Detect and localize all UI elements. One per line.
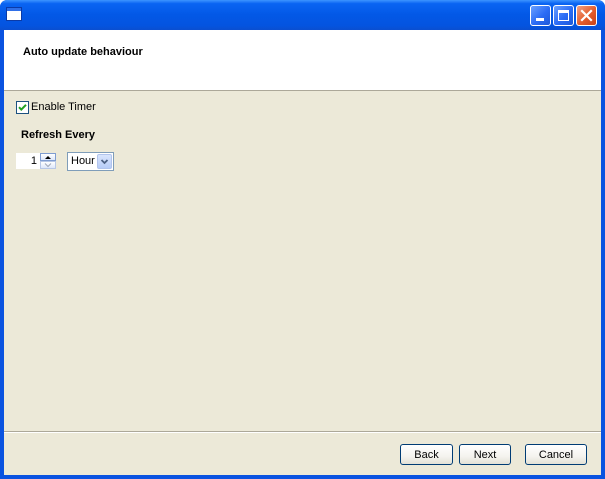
- enable-timer-row[interactable]: Enable Timer: [16, 100, 96, 114]
- checkmark-icon: [18, 103, 27, 111]
- app-window: Auto update behaviour Enable Timer Refre…: [0, 0, 605, 479]
- window-icon: [6, 7, 22, 21]
- interval-stepper[interactable]: 1: [16, 152, 56, 170]
- interval-unit-value: Hour: [71, 155, 95, 167]
- back-button[interactable]: Back: [400, 444, 453, 465]
- interval-value[interactable]: 1: [16, 153, 40, 169]
- arrow-down-icon: [44, 163, 52, 168]
- chevron-down-icon: [100, 159, 109, 165]
- page-title: Auto update behaviour: [23, 46, 143, 58]
- title-bar[interactable]: [0, 0, 605, 30]
- wizard-header: Auto update behaviour: [4, 30, 601, 91]
- dropdown-button[interactable]: [97, 154, 112, 169]
- maximize-button[interactable]: [553, 5, 574, 26]
- refresh-every-label: Refresh Every: [21, 129, 95, 141]
- stepper-up-button[interactable]: [40, 153, 56, 161]
- interval-unit-select[interactable]: Hour: [67, 152, 114, 171]
- minimize-icon: [536, 18, 544, 21]
- next-button[interactable]: Next: [459, 444, 511, 465]
- maximize-icon: [558, 10, 569, 21]
- close-button[interactable]: [576, 5, 597, 26]
- close-icon: [580, 9, 593, 22]
- footer-divider: [4, 431, 601, 433]
- cancel-button[interactable]: Cancel: [525, 444, 587, 465]
- minimize-button[interactable]: [530, 5, 551, 26]
- enable-timer-checkbox[interactable]: [16, 100, 29, 114]
- enable-timer-label: Enable Timer: [31, 101, 96, 113]
- arrow-up-icon: [45, 156, 51, 159]
- stepper-down-button[interactable]: [40, 161, 56, 169]
- dialog-body: Auto update behaviour Enable Timer Refre…: [4, 30, 601, 475]
